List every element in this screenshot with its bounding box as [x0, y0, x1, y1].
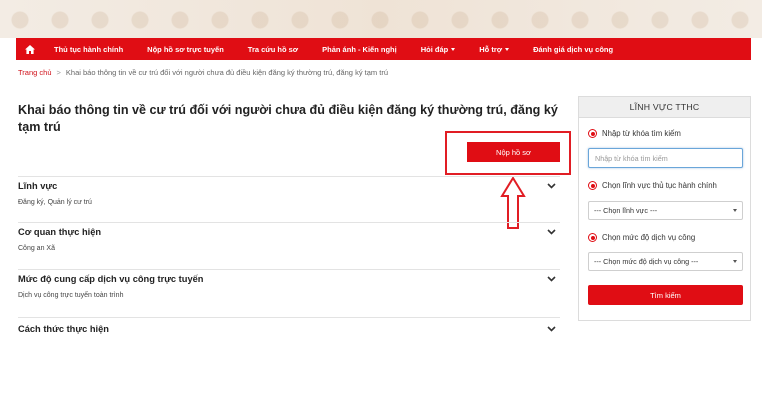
nav-item-label: Thủ tục hành chính	[54, 44, 124, 54]
chevron-down-icon	[451, 47, 456, 51]
nav-item-hoi-dap[interactable]: Hỏi đáp	[421, 45, 456, 54]
nav-item-tra-cuu-ho-so[interactable]: Tra cứu hồ sơ	[248, 45, 298, 54]
chevron-down-icon[interactable]	[546, 227, 556, 237]
section-co-quan-thuc-hien[interactable]: Cơ quan thực hiện Công an Xã	[18, 222, 560, 252]
section-value: Đăng ký, Quản lý cư trú	[18, 199, 92, 206]
nav-item-phan-anh-kien-nghi[interactable]: Phản ánh - Kiến nghị	[322, 45, 397, 54]
section-title: Mức độ cung cấp dịch vụ công trực tuyến	[18, 274, 204, 284]
section-value: Dịch vụ công trực tuyến toàn trình	[18, 292, 124, 299]
search-button[interactable]: Tìm kiếm	[588, 285, 743, 305]
field-select-value: --- Chọn lĩnh vực ---	[594, 206, 658, 215]
chevron-down-icon[interactable]	[546, 274, 556, 284]
nav-item-label: Nộp hồ sơ trực tuyến	[147, 44, 224, 54]
nav-item-ho-tro[interactable]: Hỗ trợ	[479, 44, 510, 54]
section-title: Lĩnh vực	[18, 181, 58, 191]
radio-selected-icon[interactable]	[588, 129, 597, 138]
nav-item-nop-ho-so-truc-tuyen[interactable]: Nộp hồ sơ trực tuyến	[147, 45, 224, 54]
breadcrumb: Trang chủ > Khai báo thông tin về cư trú đ…	[18, 68, 388, 77]
section-muc-do-cung-cap[interactable]: Mức độ cung cấp dịch vụ công trực tuyến …	[18, 269, 560, 299]
level-radio-label: Chọn mức độ dịch vụ công	[602, 233, 696, 242]
search-panel: LĨNH VỰC TTHC Nhập từ khóa tìm kiếm Chọn…	[578, 96, 751, 321]
nav-item-label: Tra cứu hồ sơ	[247, 44, 299, 54]
chevron-down-icon	[505, 47, 510, 51]
nav-item-label: Đánh giá dịch vụ công	[533, 44, 614, 54]
breadcrumb-current: Khai báo thông tin về cư trú đối với ngư…	[65, 68, 388, 77]
breadcrumb-home-link[interactable]: Trang chủ	[18, 68, 52, 77]
section-value: Công an Xã	[18, 245, 55, 252]
level-select-value: --- Chọn mức độ dịch vụ công ---	[594, 257, 699, 266]
nav-item-label: Hỏi đáp	[420, 44, 449, 54]
section-linh-vuc[interactable]: Lĩnh vực Đăng ký, Quản lý cư trú	[18, 176, 560, 206]
nav-item-thu-tuc-hanh-chinh[interactable]: Thủ tục hành chính	[54, 45, 123, 54]
level-radio-option[interactable]: Chọn mức độ dịch vụ công	[588, 233, 695, 242]
chevron-down-icon[interactable]	[546, 181, 556, 191]
breadcrumb-separator: >	[56, 68, 61, 77]
nav-item-label: Hỗ trợ	[479, 44, 503, 54]
home-icon[interactable]	[24, 43, 36, 55]
submit-application-button[interactable]: Nộp hồ sơ	[467, 142, 560, 162]
radio-selected-icon[interactable]	[588, 233, 597, 242]
panel-title: LĨNH VỰC TTHC	[579, 97, 750, 118]
field-radio-option[interactable]: Chọn lĩnh vực thủ tục hành chính	[588, 181, 717, 190]
keyword-radio-option[interactable]: Nhập từ khóa tìm kiếm	[588, 129, 681, 138]
field-select[interactable]: --- Chọn lĩnh vực ---	[588, 201, 743, 220]
chevron-down-icon	[733, 209, 737, 212]
radio-selected-icon[interactable]	[588, 181, 597, 190]
chevron-down-icon[interactable]	[546, 324, 556, 334]
section-title: Cơ quan thực hiện	[18, 227, 102, 237]
main-navbar: Thủ tục hành chính Nộp hồ sơ trực tuyến …	[16, 38, 751, 60]
section-title: Cách thức thực hiện	[18, 324, 109, 334]
section-cach-thuc-thuc-hien[interactable]: Cách thức thực hiện	[18, 317, 560, 340]
nav-item-danh-gia-dich-vu-cong[interactable]: Đánh giá dịch vụ công	[533, 45, 613, 54]
field-radio-label: Chọn lĩnh vực thủ tục hành chính	[602, 181, 717, 190]
keyword-radio-label: Nhập từ khóa tìm kiếm	[602, 129, 681, 138]
nav-item-label: Phản ánh - Kiến nghị	[322, 44, 397, 54]
keyword-search-input[interactable]	[588, 148, 743, 168]
chevron-down-icon	[733, 260, 737, 263]
level-select[interactable]: --- Chọn mức độ dịch vụ công ---	[588, 252, 743, 271]
header-banner	[0, 0, 762, 38]
